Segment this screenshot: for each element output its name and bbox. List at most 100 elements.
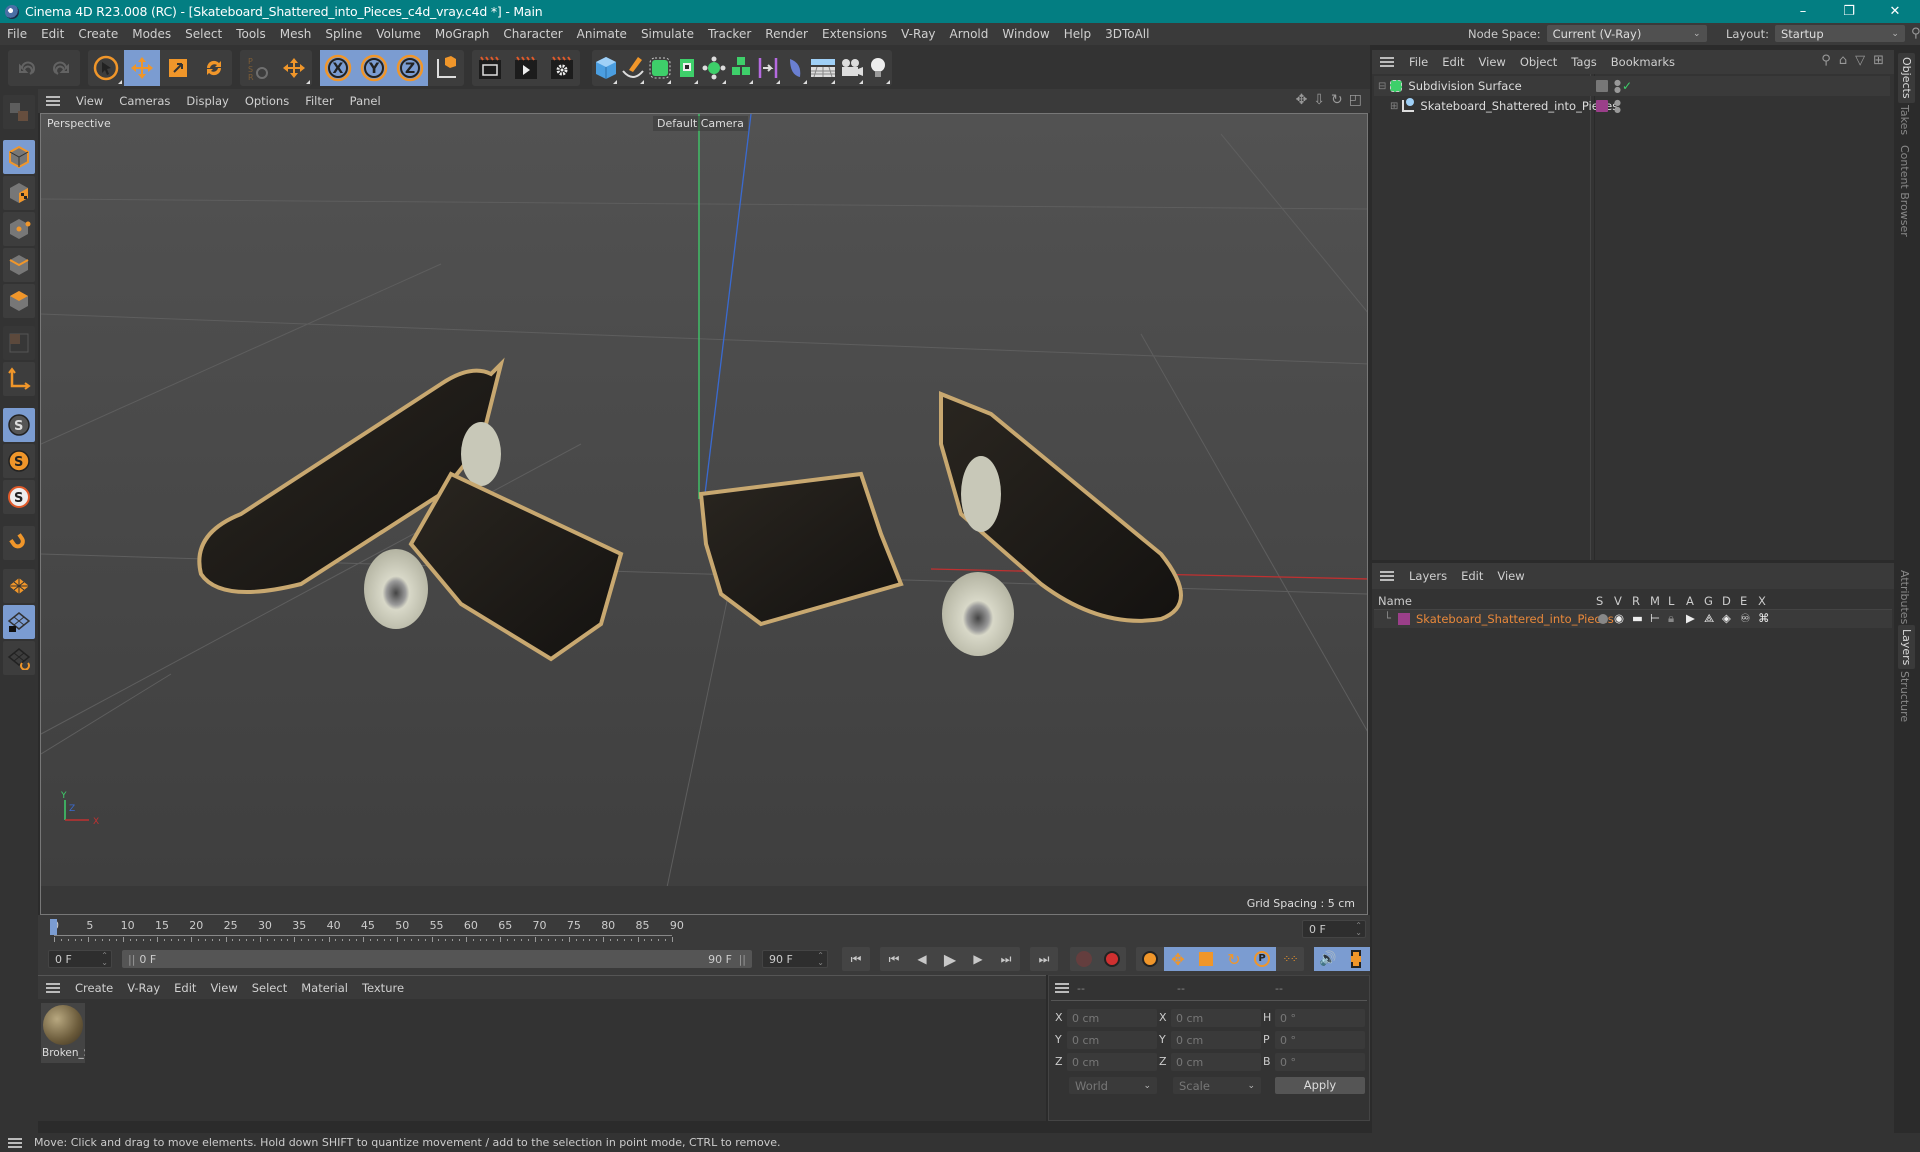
texture-mode-icon[interactable] <box>3 176 35 210</box>
orbit-icon[interactable]: ↻ <box>1331 92 1343 108</box>
menu-modes[interactable]: Modes <box>125 27 178 41</box>
render-settings-icon[interactable] <box>544 50 580 86</box>
view-eye-icon[interactable]: ◉ <box>1614 611 1624 625</box>
viewport-menu-panel[interactable]: Panel <box>342 94 389 108</box>
material-menu-select[interactable]: Select <box>245 981 294 995</box>
start-frame-field[interactable]: 0 F ⌃ ⌄ <box>48 950 112 968</box>
pos-y-field[interactable]: 0 cm <box>1067 1031 1157 1049</box>
column-render[interactable]: R <box>1632 594 1640 608</box>
menu-tracker[interactable]: Tracker <box>701 27 758 41</box>
manager-hierarchy-icon[interactable]: ⊢ <box>1650 611 1660 625</box>
layer-color-swatch[interactable] <box>1596 100 1608 112</box>
hamburger-icon[interactable] <box>46 982 60 993</box>
key-position-icon[interactable]: ✥ <box>1164 947 1192 971</box>
point-mode-icon[interactable] <box>3 212 35 246</box>
autokey-icon[interactable] <box>1098 947 1126 971</box>
locked-workplane-icon[interactable] <box>3 605 35 639</box>
tab-content-browser[interactable]: Content Browser <box>1898 145 1911 237</box>
render-clapper-icon[interactable]: ▬ <box>1632 611 1643 625</box>
frame-range-slider[interactable]: || 0 F 90 F || <box>122 950 752 968</box>
column-name[interactable]: Name <box>1378 594 1412 608</box>
menu-create[interactable]: Create <box>71 27 125 41</box>
coordinate-system-icon[interactable] <box>428 50 464 86</box>
live-selection-icon[interactable] <box>88 50 124 86</box>
menu-3dtoall[interactable]: 3DToAll <box>1098 27 1156 41</box>
make-editable-icon[interactable] <box>3 95 35 129</box>
layers-menu-layers[interactable]: Layers <box>1402 569 1454 583</box>
dolly-icon[interactable]: ⇩ <box>1313 92 1325 108</box>
generators-icon[interactable]: ⟁ <box>1704 611 1714 626</box>
hamburger-icon[interactable] <box>1380 57 1394 67</box>
coordinate-mode-dropdown[interactable]: World ⌄ <box>1069 1077 1157 1094</box>
pos-z-field[interactable]: 0 cm <box>1067 1053 1157 1071</box>
tab-layers[interactable]: Layers <box>1898 625 1915 670</box>
hamburger-icon[interactable] <box>1055 983 1069 993</box>
material-menu-vray[interactable]: V-Ray <box>120 981 167 995</box>
camera-label[interactable]: Default Camera <box>653 116 748 131</box>
size-y-field[interactable]: 0 cm <box>1171 1031 1261 1049</box>
render-picture-viewer-icon[interactable] <box>508 50 544 86</box>
close-button[interactable]: ✕ <box>1872 0 1918 23</box>
y-axis-icon[interactable]: Y <box>356 50 392 86</box>
menu-select[interactable]: Select <box>178 27 229 41</box>
layers-menu-view[interactable]: View <box>1490 569 1531 583</box>
undo-icon[interactable] <box>8 50 44 86</box>
move-view-icon[interactable]: ✥ <box>1296 92 1308 108</box>
viewport-menu-options[interactable]: Options <box>237 94 297 108</box>
floor-icon[interactable] <box>809 50 837 86</box>
viewport-menu-view[interactable]: View <box>68 94 111 108</box>
tab-objects[interactable]: Objects <box>1898 53 1915 103</box>
minimize-button[interactable]: – <box>1780 0 1826 23</box>
size-x-field[interactable]: 0 cm <box>1171 1009 1261 1027</box>
visibility-dots-icon[interactable]: ● ● <box>1614 79 1621 94</box>
hamburger-icon[interactable] <box>8 1137 22 1148</box>
layout-dropdown[interactable]: Startup ⌄ <box>1774 25 1905 42</box>
pos-x-field[interactable]: 0 cm <box>1067 1009 1157 1027</box>
material-menu-edit[interactable]: Edit <box>167 981 203 995</box>
solo-toggle-icon[interactable] <box>1598 614 1608 624</box>
restore-button[interactable]: ❐ <box>1826 0 1872 23</box>
material-menu-create[interactable]: Create <box>68 981 120 995</box>
home-icon[interactable]: ⌂ <box>1839 53 1847 68</box>
subdivision-surface-icon[interactable] <box>646 50 673 86</box>
hamburger-icon[interactable] <box>46 96 60 106</box>
light-icon[interactable] <box>865 50 892 86</box>
search-icon[interactable]: ⚲ <box>1821 53 1831 68</box>
collapse-icon[interactable]: ⊟ <box>1378 81 1386 92</box>
menu-spline[interactable]: Spline <box>318 27 369 41</box>
prev-key-icon[interactable]: ⏮ <box>880 947 908 971</box>
menu-animate[interactable]: Animate <box>570 27 634 41</box>
camera-icon[interactable] <box>837 50 865 86</box>
xref-icon[interactable]: ⌘ <box>1758 611 1770 625</box>
animation-play-icon[interactable]: ▶ <box>1686 611 1695 625</box>
edge-mode-icon[interactable] <box>3 248 35 282</box>
field-icon[interactable] <box>782 50 809 86</box>
column-deformers[interactable]: D <box>1722 594 1731 608</box>
column-locked[interactable]: L <box>1668 594 1674 608</box>
cloner-icon[interactable] <box>700 50 727 86</box>
lock-icon[interactable]: 🔒︎ <box>1668 611 1674 626</box>
menu-character[interactable]: Character <box>496 27 569 41</box>
key-parameter-icon[interactable]: P <box>1248 947 1276 971</box>
tab-takes[interactable]: Takes <box>1898 105 1911 135</box>
rot-p-field[interactable]: 0 ° <box>1275 1031 1365 1049</box>
transform-mode-dropdown[interactable]: Scale ⌄ <box>1173 1077 1261 1094</box>
menu-extensions[interactable]: Extensions <box>815 27 894 41</box>
keyframe-selection-icon[interactable] <box>1136 947 1164 971</box>
goto-start-icon[interactable]: ⏮ <box>842 947 870 971</box>
timeline-ruler[interactable]: 051015202530354045505560657075808590 0 F… <box>38 915 1370 945</box>
key-scale-icon[interactable] <box>1192 947 1220 971</box>
hamburger-icon[interactable] <box>1380 571 1394 581</box>
tab-attributes[interactable]: Attributes <box>1898 570 1911 624</box>
layer-name[interactable]: Skateboard_Shattered_into_Pieces <box>1416 612 1614 626</box>
menu-edit[interactable]: Edit <box>34 27 71 41</box>
column-generators[interactable]: G <box>1704 594 1713 608</box>
material-menu-texture[interactable]: Texture <box>355 981 411 995</box>
polygon-mode-icon[interactable] <box>3 284 35 318</box>
timeline-film-icon[interactable] <box>1342 947 1370 971</box>
extrude-icon[interactable] <box>673 50 700 86</box>
workplane-icon[interactable] <box>3 569 35 603</box>
align-workplane-icon[interactable] <box>3 641 35 675</box>
node-space-dropdown[interactable]: Current (V-Ray) ⌄ <box>1546 25 1707 42</box>
menu-mograph[interactable]: MoGraph <box>428 27 497 41</box>
